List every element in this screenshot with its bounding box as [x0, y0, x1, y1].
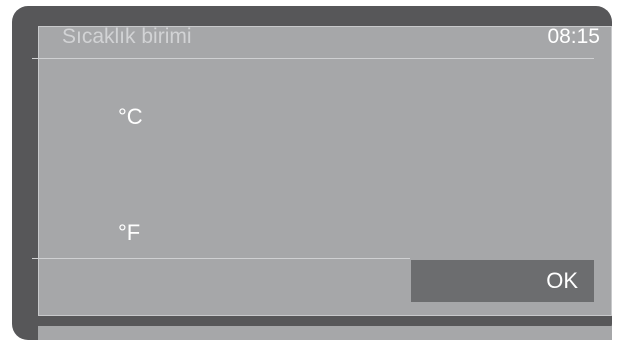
option-celsius[interactable]: °C: [118, 104, 143, 130]
clock: 08:15: [547, 25, 600, 48]
header-divider: [32, 58, 594, 59]
ok-button[interactable]: OK: [411, 260, 594, 302]
option-fahrenheit[interactable]: °F: [118, 220, 140, 246]
footer-divider: [32, 258, 410, 259]
screen-title: Sıcaklık birimi: [62, 25, 192, 48]
bottom-strip: [38, 326, 612, 340]
